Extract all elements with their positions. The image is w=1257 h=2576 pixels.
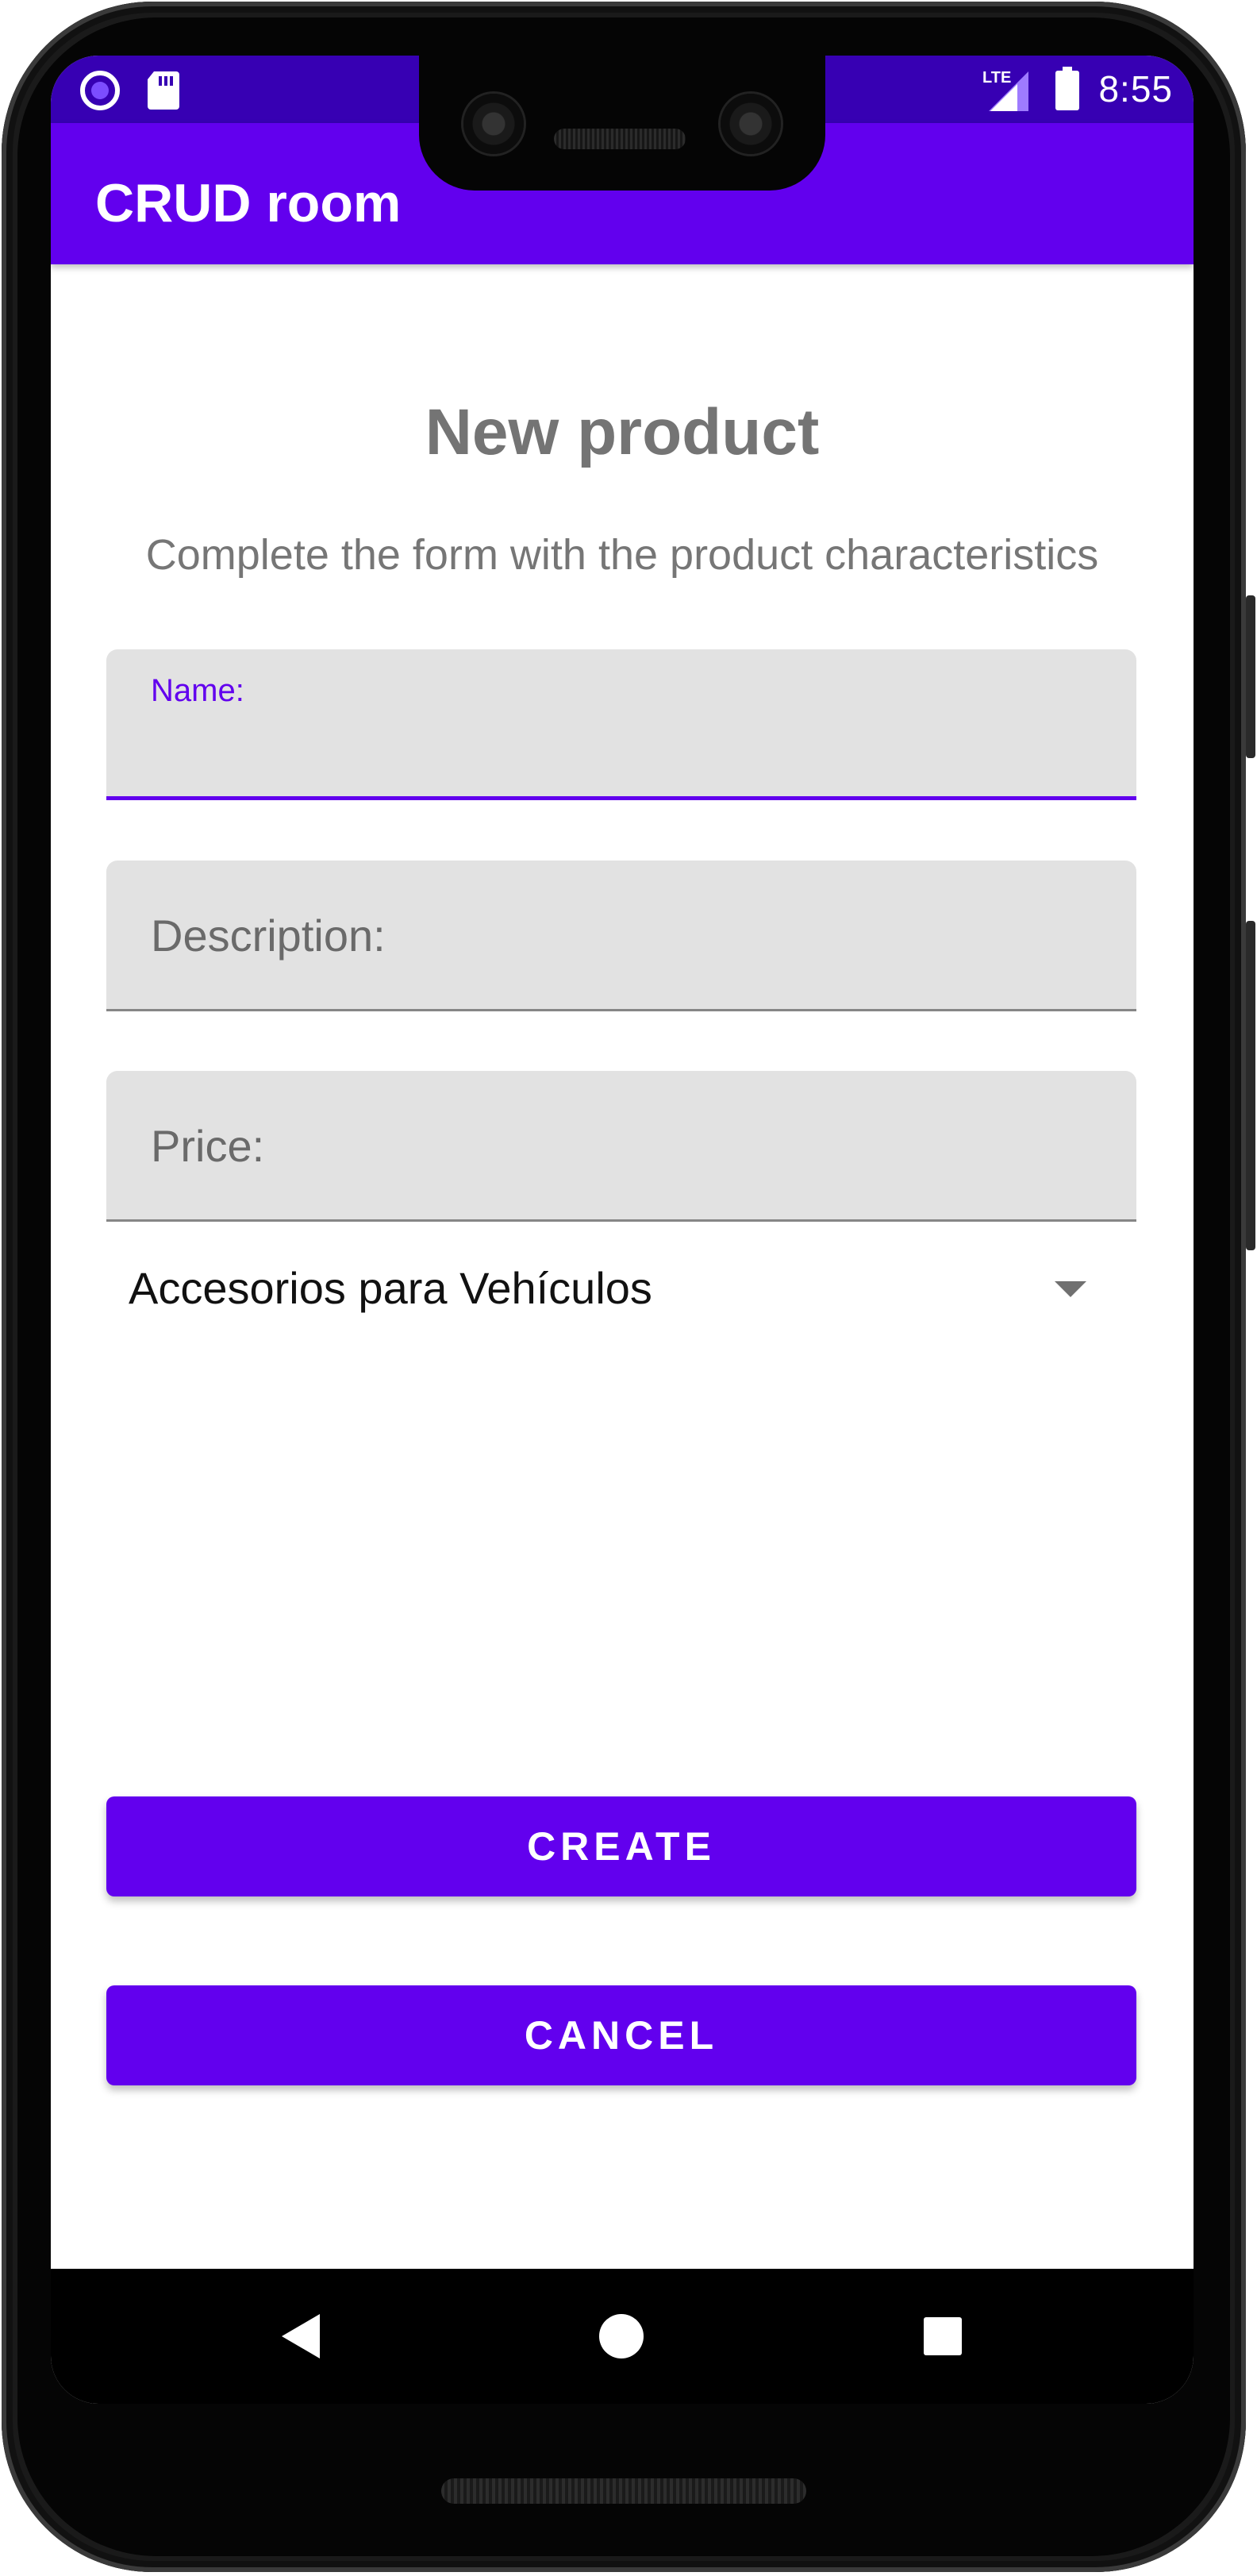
- description-field[interactable]: Description:: [106, 861, 1136, 1011]
- display-notch: [419, 56, 825, 191]
- front-camera-right: [721, 94, 781, 154]
- recents-button[interactable]: [899, 2293, 986, 2380]
- bottom-speaker-grille: [441, 2478, 806, 2504]
- navigation-bar: [51, 2269, 1194, 2404]
- volume-button: [1246, 921, 1255, 1250]
- sd-card-icon: [148, 71, 179, 110]
- cancel-button[interactable]: CANCEL: [106, 1985, 1136, 2085]
- status-left-icons: [79, 70, 181, 111]
- cast-icon: [80, 71, 120, 110]
- svg-text:LTE: LTE: [982, 69, 1011, 87]
- category-selected-value: Accesorios para Vehículos: [129, 1263, 652, 1313]
- back-button[interactable]: [257, 2293, 344, 2380]
- price-field-label: Price:: [151, 1121, 265, 1171]
- earpiece-speaker: [554, 129, 686, 149]
- lte-signal-icon: LTE: [982, 69, 1029, 111]
- name-field-label: Name:: [151, 673, 244, 708]
- back-icon: [282, 2314, 320, 2358]
- phone-device: LTE 8:55 CRUD room New product Complete …: [0, 0, 1257, 2576]
- page-title: New product: [425, 396, 820, 468]
- dropdown-arrow-icon: [1055, 1281, 1086, 1297]
- home-icon: [599, 2314, 644, 2358]
- price-field[interactable]: Price:: [106, 1071, 1136, 1222]
- category-spinner[interactable]: Accesorios para Vehículos: [106, 1246, 1136, 1334]
- screen: LTE 8:55 CRUD room New product Complete …: [51, 56, 1194, 2404]
- recents-icon: [924, 2317, 962, 2355]
- app-title: CRUD room: [95, 173, 402, 233]
- name-field[interactable]: Name:: [106, 649, 1136, 800]
- front-camera-left: [463, 94, 524, 154]
- create-button[interactable]: CREATE: [106, 1796, 1136, 1896]
- home-button[interactable]: [578, 2293, 665, 2380]
- battery-icon: [1055, 67, 1080, 110]
- status-right-icons: LTE 8:55: [981, 65, 1173, 113]
- power-button: [1246, 595, 1255, 758]
- description-field-label: Description:: [151, 911, 386, 961]
- form-subtitle: Complete the form with the product chara…: [145, 531, 1099, 579]
- status-clock: 8:55: [1098, 68, 1173, 110]
